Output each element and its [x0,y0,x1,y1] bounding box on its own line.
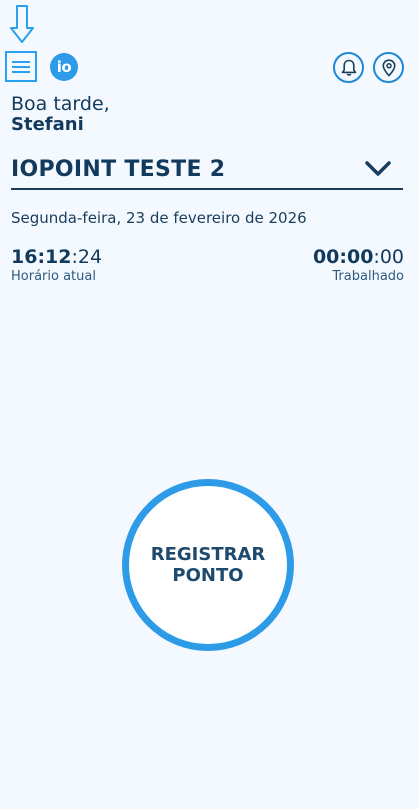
arrow-down-icon [10,5,34,43]
location-pin-icon [381,58,396,77]
user-name: Stefani [11,114,84,135]
bell-icon [341,59,356,76]
current-time-seconds: :24 [71,246,103,268]
current-date: Segunda-feira, 23 de fevereiro de 2026 [11,209,307,227]
worked-time-label: Trabalhado [332,269,404,284]
menu-icon [12,60,30,73]
worked-time-block: 00:00:00 Trabalhado [313,245,404,284]
current-time-block: 16:12:24 Horário atual [11,245,102,284]
logo-text: io [56,58,72,76]
worked-time-seconds: :00 [373,246,404,268]
worked-time: 00:00:00 [313,245,404,269]
current-time-label: Horário atual [11,269,96,284]
current-time-hm: 16:12 [11,246,72,268]
greeting-text: Boa tarde, [11,93,110,115]
company-name: IOPOINT TESTE 2 [11,156,226,182]
register-label-line2: PONTO [172,565,244,586]
worked-time-hm: 00:00 [312,246,374,268]
current-time: 16:12:24 [11,245,102,269]
company-selector[interactable]: IOPOINT TESTE 2 [11,150,403,190]
register-label-line1: REGISTRAR [150,544,266,565]
chevron-down-icon [365,161,391,176]
app-logo: io [50,53,78,81]
register-point-button[interactable]: REGISTRAR PONTO [122,479,294,651]
notifications-button[interactable] [333,52,364,83]
location-button[interactable] [373,52,404,83]
menu-button[interactable] [5,51,37,82]
